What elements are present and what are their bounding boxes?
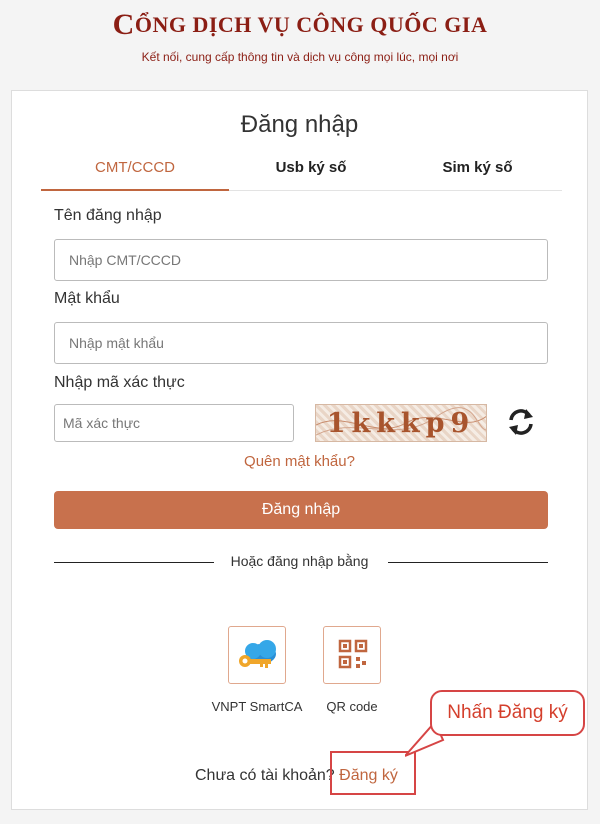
tab-usb-ky-so[interactable]: Usb ký số (229, 153, 393, 191)
divider-right (388, 562, 548, 563)
login-button[interactable]: Đăng nhập (54, 491, 548, 529)
captcha-image: 1kkkp9 (315, 404, 487, 442)
vnpt-smartca-button[interactable] (228, 626, 286, 684)
site-header: CỔNG DỊCH VỤ CÔNG QUỐC GIA Kết nối, cung… (0, 0, 600, 80)
qr-code-icon (338, 639, 368, 669)
or-login-with-label: Hoặc đăng nhập bằng (230, 553, 369, 569)
qr-code-button[interactable] (323, 626, 381, 684)
username-label: Tên đăng nhập (54, 207, 162, 224)
forgot-password-link[interactable]: Quên mật khẩu? (12, 453, 587, 470)
login-title: Đăng nhập (240, 111, 359, 138)
captcha-input[interactable] (54, 404, 294, 442)
captcha-text: 1kkkp9 (326, 408, 476, 439)
login-tabs: CMT/CCCD Usb ký số Sim ký số (41, 153, 562, 191)
password-input[interactable] (54, 322, 548, 364)
tab-sim-ky-so[interactable]: Sim ký số (393, 153, 562, 191)
site-title-text: ỔNG DỊCH VỤ CÔNG QUỐC GIA (134, 12, 488, 37)
register-highlight-box (330, 751, 416, 795)
annotation-callout-text: Nhấn Đăng ký (447, 702, 568, 723)
captcha-label: Nhập mã xác thực (54, 374, 185, 391)
vnpt-smartca-icon (239, 640, 276, 668)
tab-cmt-cccd[interactable]: CMT/CCCD (41, 153, 229, 191)
username-input[interactable] (54, 239, 548, 281)
qr-code-label: QR code (326, 699, 378, 714)
logo-icon: C (112, 8, 135, 41)
annotation-callout: Nhấn Đăng ký (430, 690, 585, 736)
vnpt-smartca-label: VNPT SmartCA (211, 699, 303, 714)
password-label: Mật khẩu (54, 290, 120, 307)
refresh-captcha-icon[interactable] (506, 405, 536, 439)
site-title: CỔNG DỊCH VỤ CÔNG QUỐC GIA (0, 8, 600, 42)
no-account-text: Chưa có tài khoản? (195, 767, 335, 784)
site-tagline: Kết nối, cung cấp thông tin và dịch vụ c… (141, 50, 459, 64)
